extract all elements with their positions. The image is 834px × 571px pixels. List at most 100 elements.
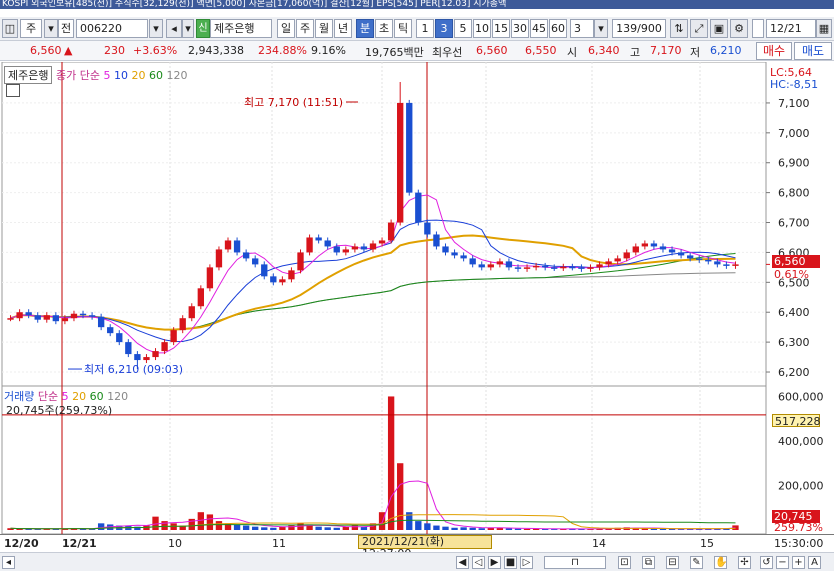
volume-bar-46 [424,523,431,530]
candle-body-29 [270,276,277,283]
high-price: 7,170 [650,44,682,57]
stock-info-strip: KOSPI 외국인보유[485(천)] 주식수[32,129(천)] 액면[5,… [0,0,834,9]
candle-body-16 [152,351,159,358]
candle-body-19 [179,318,186,331]
candle-body-35 [324,240,331,247]
draw-icon[interactable]: ✎ [690,556,703,569]
interval-10[interactable]: 10 [473,19,491,38]
scroll-range-icon[interactable]: ⊓ [544,556,606,569]
layout-icon[interactable]: ◫ [2,19,18,38]
current-price: 6,560 [30,44,62,57]
scroll-left-icon[interactable]: ◂ [2,556,15,569]
prev-button[interactable]: 전 [58,19,74,38]
page-counter: 139/900 [612,19,666,38]
x-label-14: 14 [592,537,606,550]
zoom-out-icon[interactable]: − [776,556,789,569]
interval-45[interactable]: 45 [530,19,548,38]
volume-bar-22 [206,514,214,530]
settings-icon[interactable]: ⚙ [730,19,748,38]
x-label-1221: 12/21 [62,537,97,550]
code-dropdown-icon[interactable]: ▾ [149,19,163,38]
volume-bar-42 [387,396,395,530]
period-tick[interactable]: 틱 [394,19,412,38]
ruler-icon[interactable]: ⊟ [666,556,679,569]
current-price-tag: 6,560 [772,255,820,268]
market-select[interactable]: 주 [20,19,42,38]
code-input[interactable]: 006220 [76,19,148,38]
candle-body-80 [732,264,739,266]
date-input[interactable]: 12/21 [766,19,816,38]
period-second[interactable]: 초 [375,19,393,38]
overlay-icon[interactable]: ⧉ [642,556,655,569]
volume-bar-36 [333,527,340,530]
rewind-icon[interactable]: ◀ [456,556,469,569]
candle-body-48 [442,246,449,253]
interval-dropdown-icon[interactable]: ▾ [594,19,608,38]
interval-15[interactable]: 15 [492,19,510,38]
volume-bar-47 [433,525,440,530]
period-minute[interactable]: 분 [356,19,374,38]
candle-body-0 [7,318,14,320]
reset-icon[interactable]: ↺ [760,556,773,569]
move-icon[interactable]: ✢ [738,556,751,569]
candle-body-44 [406,102,413,193]
candle-body-17 [161,342,168,352]
interval-1[interactable]: 1 [416,19,434,38]
candle-body-33 [306,237,313,253]
interval-3[interactable]: 3 [435,19,453,38]
sell-button[interactable]: 매도 [794,42,832,60]
volume-bar-72 [659,528,667,530]
candle-body-75 [686,255,694,259]
interval-5[interactable]: 5 [454,19,472,38]
market-dropdown-icon[interactable]: ▾ [44,19,58,38]
save-icon[interactable]: ▣ [710,19,728,38]
volume-bar-29 [270,527,277,530]
period-month[interactable]: 월 [315,19,333,38]
fast-forward-icon[interactable]: ▷ [520,556,533,569]
text-size-icon[interactable]: A [808,556,821,569]
price-volume-chart[interactable]: 최고 7,170 (11:51) 최저 6,210 (09:03) 7,100 7,… [0,62,834,534]
volume-bar-52 [478,528,485,530]
zoom-in-icon[interactable]: + [792,556,805,569]
date-checkbox[interactable] [752,19,764,38]
period-day[interactable]: 일 [277,19,295,38]
speaker-icon[interactable]: ◂ [166,19,182,38]
candle-body-52 [478,264,485,268]
candle-body-53 [487,264,494,268]
hand-icon[interactable]: ✋ [714,556,727,569]
candle-body-5 [52,315,60,322]
candle-body-43 [397,102,404,223]
calendar-icon[interactable]: ▦ [816,19,832,38]
stop-icon[interactable]: ■ [504,556,517,569]
x-label-1220: 12/20 [4,537,39,550]
volume-current-label: 20,745주(259.73%) [6,404,113,417]
turnover: 9.16% [311,44,346,57]
buy-button[interactable]: 매수 [756,42,792,60]
chart-window: KOSPI 외국인보유[485(천)] 주식수[32,129(천)] 액면[5,… [0,0,834,571]
period-week[interactable]: 주 [296,19,314,38]
candle-body-78 [714,261,721,265]
high-label: 고 [630,46,641,59]
candle-body-58 [532,265,540,268]
zoom-window-icon[interactable]: ⊡ [618,556,631,569]
y-tick-label-4: 6,700 [778,217,810,230]
speaker-dropdown-icon[interactable]: ▾ [182,19,194,38]
cursor-datetime: 2021/12/21(화) 12:27:00 [358,535,492,560]
candle-body-65 [596,264,603,268]
interval-60[interactable]: 60 [549,19,567,38]
candle-body-41 [378,240,386,244]
grid-toggle-icon[interactable] [6,84,20,97]
vol-y-tick-label-0: 600,000 [778,390,824,403]
interval-30[interactable]: 30 [511,19,529,38]
play-icon[interactable]: ▶ [488,556,501,569]
step-back-icon[interactable]: ◁ [472,556,485,569]
volume-bar-9 [88,529,96,530]
compare-icon[interactable]: ⤢ [690,19,708,38]
period-year[interactable]: 년 [334,19,352,38]
interval-select[interactable]: 3 [570,19,594,38]
volume-bar-41 [378,512,386,530]
current-volume-pct: 259.73% [774,521,823,534]
candle-body-7 [70,313,78,319]
price-panel-tag[interactable]: 제주은행 [4,66,53,84]
indicator-icon[interactable]: ⇅ [670,19,688,38]
